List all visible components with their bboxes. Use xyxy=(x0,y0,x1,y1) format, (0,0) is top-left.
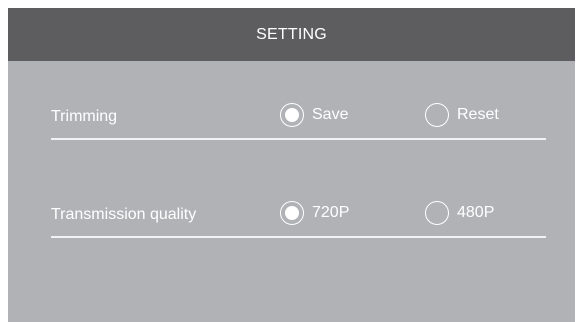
setting-row-trimming: Trimming Save Reset xyxy=(51,100,546,140)
radio-label-reset: Reset xyxy=(457,106,499,123)
divider xyxy=(51,236,546,238)
settings-panel: SETTING Trimming Save Reset Transmission… xyxy=(8,8,575,322)
setting-label-transmission-quality: Transmission quality xyxy=(51,206,197,223)
setting-label-trimming: Trimming xyxy=(51,108,118,125)
radio-label-480p: 480P xyxy=(457,204,495,221)
radio-option-save[interactable]: Save xyxy=(280,103,348,127)
radio-option-480p[interactable]: 480P xyxy=(425,201,494,225)
setting-row-transmission-quality: Transmission quality 720P 480P xyxy=(51,198,546,238)
radio-label-720p: 720P xyxy=(312,204,350,221)
divider xyxy=(51,138,546,140)
radio-unselected-icon[interactable] xyxy=(425,103,449,127)
page-title: SETTING xyxy=(256,25,327,43)
radio-selected-icon[interactable] xyxy=(280,103,304,127)
radio-label-save: Save xyxy=(312,106,349,123)
radio-unselected-icon[interactable] xyxy=(425,201,449,225)
radio-option-720p[interactable]: 720P xyxy=(280,201,349,225)
radio-option-reset[interactable]: Reset xyxy=(425,103,499,127)
radio-selected-icon[interactable] xyxy=(280,201,304,225)
settings-header: SETTING xyxy=(8,8,575,61)
